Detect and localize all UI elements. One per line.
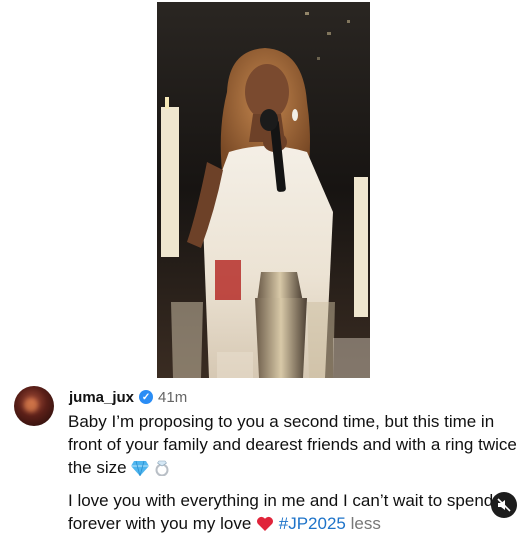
video-frame bbox=[157, 2, 370, 378]
gem-icon bbox=[131, 459, 150, 482]
red-heart-icon bbox=[256, 515, 274, 538]
post-header: juma_jux ✓ 41m bbox=[69, 387, 187, 407]
speaker-muted-icon bbox=[497, 498, 511, 512]
verified-badge-icon: ✓ bbox=[139, 390, 154, 404]
hashtag-link[interactable]: #JP2025 bbox=[279, 514, 346, 533]
caption-paragraph-2: I love you with everything in me and I c… bbox=[68, 489, 518, 538]
post-video[interactable] bbox=[157, 2, 370, 378]
post-time: 41m bbox=[158, 388, 188, 406]
username[interactable]: juma_jux bbox=[69, 389, 134, 406]
caption-paragraph-1: Baby I’m proposing to you a second time,… bbox=[68, 410, 518, 482]
avatar[interactable] bbox=[14, 386, 54, 426]
mute-button[interactable] bbox=[491, 492, 517, 518]
ring-icon bbox=[154, 458, 170, 482]
less-toggle[interactable]: less bbox=[351, 514, 381, 533]
post-caption: Baby I’m proposing to you a second time,… bbox=[68, 410, 518, 545]
